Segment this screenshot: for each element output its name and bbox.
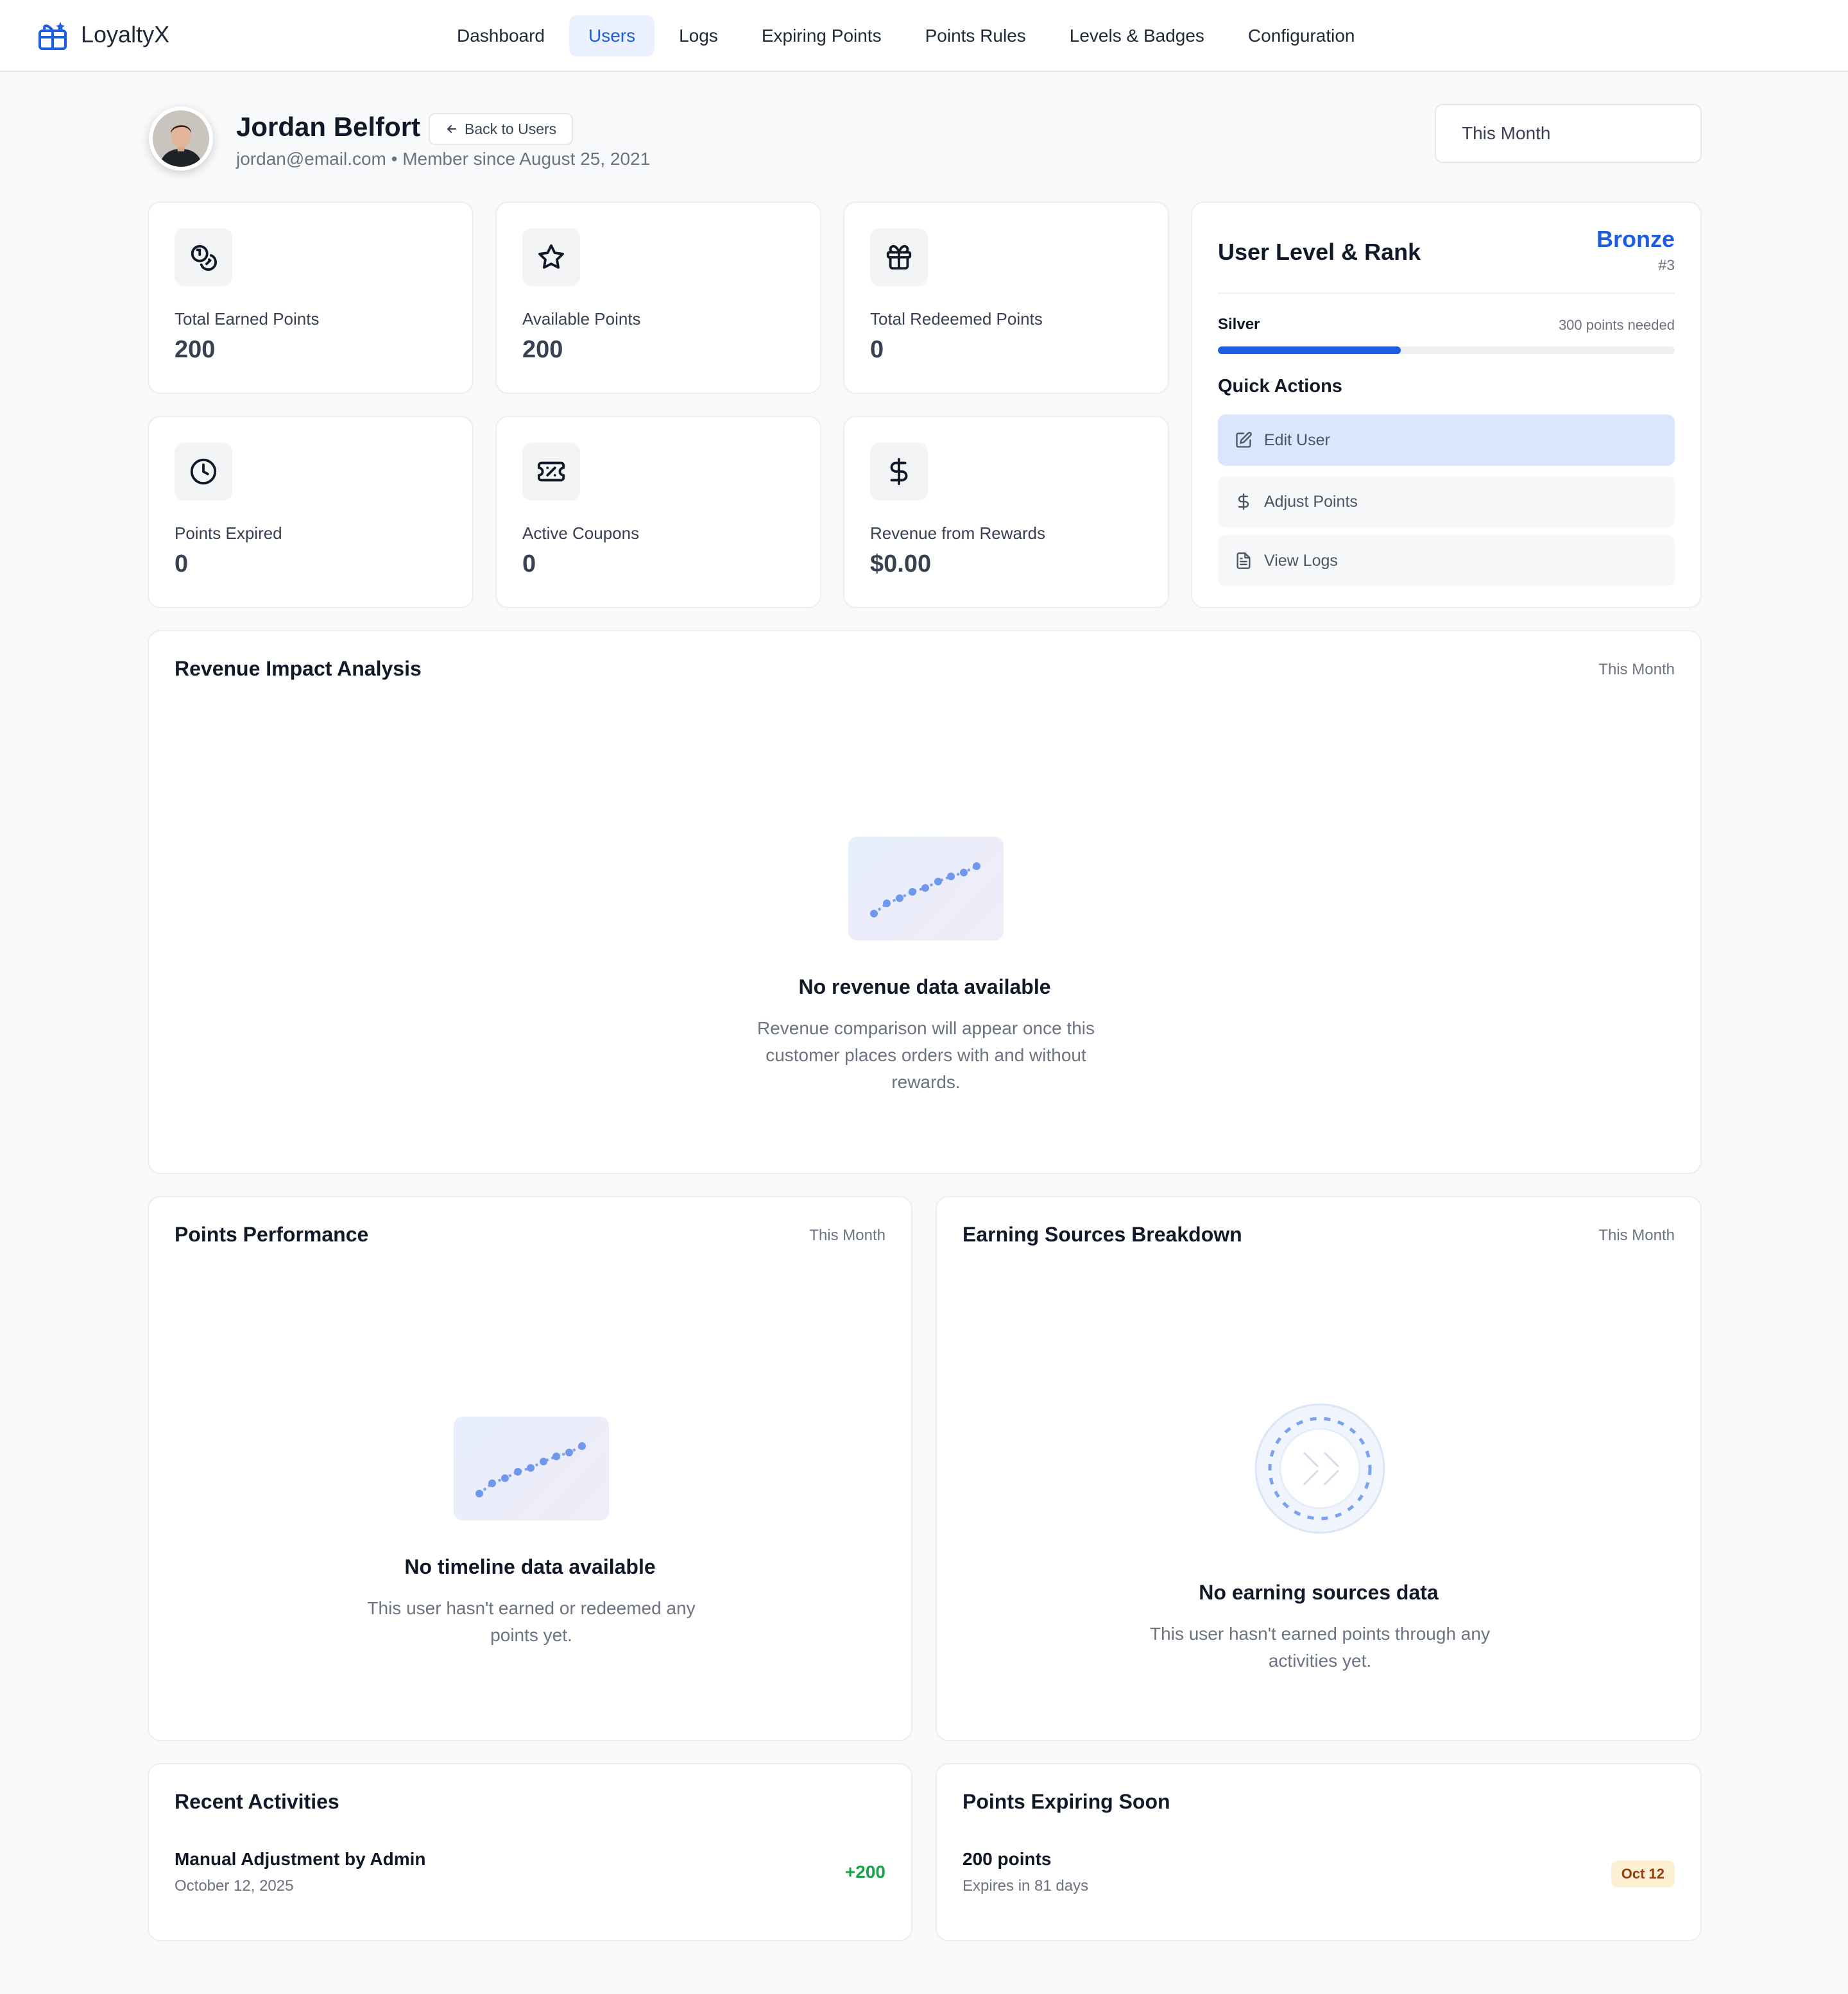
stat-value: 200 [522, 336, 563, 363]
user-rank: #3 [1658, 257, 1675, 273]
expiring-title: Points Expiring Soon [963, 1790, 1170, 1813]
avatar [149, 107, 213, 171]
sources-title: Earning Sources Breakdown [963, 1223, 1242, 1246]
points-expiring-card: Points Expiring Soon 200 points Expires … [936, 1763, 1702, 1941]
stat-value: 0 [175, 550, 189, 577]
activity-points-delta: +200 [844, 1862, 886, 1882]
performance-empty-desc: This user hasn't earned or redeemed any … [367, 1598, 696, 1645]
quick-actions-title: Quick Actions [1218, 376, 1342, 396]
sources-period: This Month [1598, 1227, 1675, 1244]
earning-sources-card: Earning Sources Breakdown This Month No … [936, 1196, 1702, 1741]
ticket-icon [522, 443, 580, 500]
gift-logo-icon [38, 22, 67, 50]
back-to-users-button[interactable]: Back to Users [429, 113, 574, 145]
user-level-card: User Level & Rank Bronze #3 Silver 300 p… [1191, 201, 1702, 608]
expiring-amount: 200 points [963, 1849, 1052, 1869]
gift-icon [870, 228, 928, 286]
nav-users[interactable]: Users [569, 15, 655, 56]
activities-title: Recent Activities [175, 1790, 339, 1813]
line-chart-placeholder-icon [870, 862, 980, 917]
edit-icon [1236, 432, 1252, 448]
user-photo [153, 110, 209, 167]
stat-card-revenue: Revenue from Rewards $0.00 [843, 416, 1169, 608]
performance-title: Points Performance [175, 1223, 369, 1246]
stat-value: 0 [522, 550, 536, 577]
stat-value: 0 [870, 336, 884, 363]
expiring-subtitle: Expires in 81 days [963, 1877, 1089, 1895]
user-name: Jordan Belfort [236, 112, 421, 142]
stat-label: Revenue from Rewards [870, 524, 1046, 543]
revenue-title: Revenue Impact Analysis [175, 657, 422, 680]
recent-activities-card: Recent Activities Manual Adjustment by A… [148, 1763, 912, 1941]
line-chart-placeholder-icon [475, 1442, 586, 1497]
revenue-empty-desc: Revenue comparison will appear once this… [757, 1018, 1095, 1092]
stat-card-total-earned: Total Earned Points 200 [148, 201, 474, 394]
star-icon [522, 228, 580, 286]
coins-icon [175, 228, 232, 286]
current-level: Bronze [1596, 226, 1675, 252]
revenue-empty-title: No revenue data available [798, 975, 1051, 998]
next-level-name: Silver [1218, 316, 1260, 333]
stat-label: Active Coupons [522, 524, 640, 543]
expiry-date-badge: Oct 12 [1611, 1861, 1675, 1887]
edit-user-button[interactable]: Edit User [1218, 414, 1675, 466]
dollar-icon [1238, 493, 1249, 510]
pie-chart-placeholder-icon [1254, 1403, 1385, 1534]
level-progress-fill [1218, 346, 1401, 354]
stat-value: $0.00 [870, 550, 932, 577]
nav-configuration[interactable]: Configuration [1229, 15, 1374, 56]
sources-empty-title: No earning sources data [1199, 1581, 1439, 1604]
period-select[interactable]: This Month [1435, 104, 1702, 163]
document-icon [1236, 552, 1251, 569]
nav-points-rules[interactable]: Points Rules [906, 15, 1045, 56]
back-label: Back to Users [465, 120, 557, 137]
edit-user-label: Edit User [1264, 430, 1330, 449]
brand-name: LoyaltyX [81, 21, 170, 47]
performance-period: This Month [809, 1227, 886, 1244]
stat-card-redeemed: Total Redeemed Points 0 [843, 201, 1169, 394]
nav-logs[interactable]: Logs [660, 15, 737, 56]
nav-expiring-points[interactable]: Expiring Points [742, 15, 901, 56]
stat-card-expired: Points Expired 0 [148, 416, 474, 608]
sources-empty-desc: This user hasn't earned points through a… [1150, 1624, 1490, 1671]
activity-title: Manual Adjustment by Admin [175, 1849, 426, 1869]
empty-chart-illustration [848, 837, 1004, 941]
stat-card-coupons: Active Coupons 0 [495, 416, 821, 608]
stat-value: 200 [175, 336, 216, 363]
nav-levels-badges[interactable]: Levels & Badges [1050, 15, 1224, 56]
revenue-period: This Month [1598, 661, 1675, 678]
revenue-impact-card: Revenue Impact Analysis This Month No re… [148, 630, 1702, 1174]
adjust-points-button[interactable]: Adjust Points [1218, 476, 1675, 527]
stat-card-available: Available Points 200 [495, 201, 821, 394]
stat-label: Total Redeemed Points [870, 309, 1043, 328]
stat-label: Available Points [522, 309, 641, 328]
stat-label: Total Earned Points [175, 309, 320, 328]
view-logs-label: View Logs [1264, 551, 1338, 570]
adjust-points-label: Adjust Points [1264, 492, 1358, 511]
divider [1218, 293, 1675, 294]
dollar-icon [870, 443, 928, 500]
view-logs-button[interactable]: View Logs [1218, 535, 1675, 586]
top-navbar: LoyaltyX Dashboard Users Logs Expiring P… [0, 0, 1848, 72]
points-needed: 300 points needed [1558, 317, 1675, 333]
empty-chart-illustration [454, 1417, 609, 1521]
user-meta: jordan@email.com • Member since August 2… [236, 149, 651, 169]
stat-label: Points Expired [175, 524, 282, 543]
brand[interactable]: LoyaltyX [36, 18, 169, 51]
activity-date: October 12, 2025 [175, 1877, 294, 1895]
nav-dashboard[interactable]: Dashboard [438, 15, 564, 56]
level-card-title: User Level & Rank [1218, 239, 1421, 265]
points-performance-card: Points Performance This Month No timelin… [148, 1196, 912, 1741]
level-progress-bar [1218, 346, 1675, 354]
nav-links: Dashboard Users Logs Expiring Points Poi… [438, 15, 1374, 56]
performance-empty-title: No timeline data available [404, 1555, 656, 1578]
clock-icon [175, 443, 232, 500]
arrow-left-icon [447, 125, 456, 133]
